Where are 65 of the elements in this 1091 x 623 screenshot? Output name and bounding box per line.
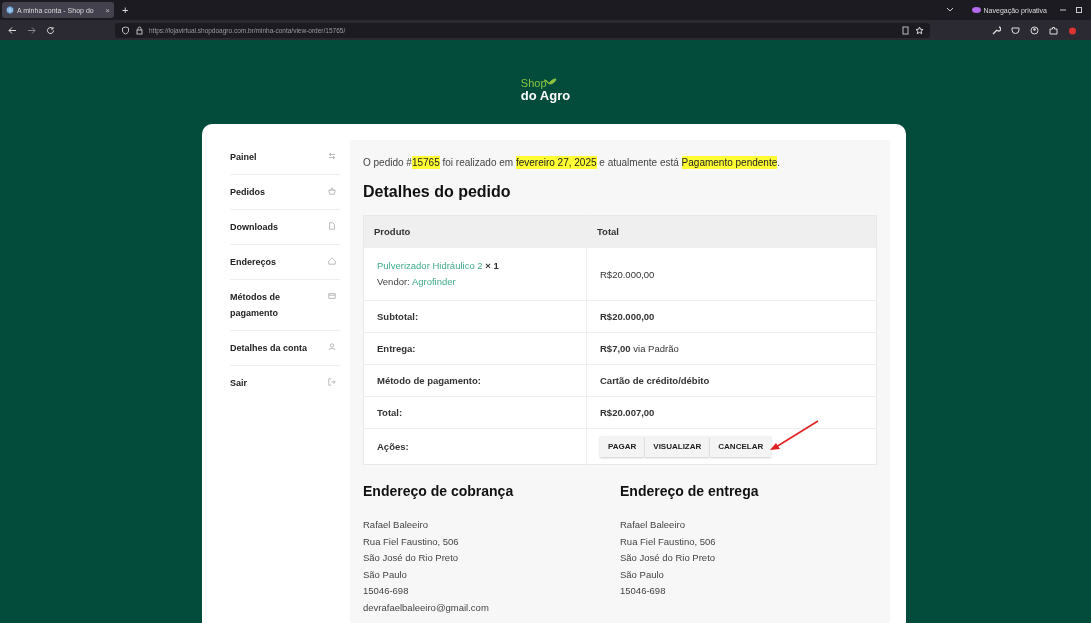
action-button[interactable]: PAGAR xyxy=(600,436,645,457)
address-line: São José do Rio Preto xyxy=(363,551,460,565)
reader-icon[interactable] xyxy=(901,25,910,35)
sliders-icon xyxy=(328,152,336,160)
table-cell: Subtotal: xyxy=(363,300,587,333)
order-details-heading: Detalhes do pedido xyxy=(363,183,512,201)
address-heading: Endereço de cobrança xyxy=(363,483,515,499)
sidebar-item[interactable]: Métodos de pagamento xyxy=(230,280,340,331)
minimize-icon[interactable] xyxy=(1059,6,1067,14)
back-icon[interactable] xyxy=(8,25,17,35)
account-icon[interactable] xyxy=(1030,25,1039,35)
lock-icon xyxy=(135,25,144,35)
sidebar-item[interactable]: Pedidos xyxy=(230,175,340,210)
column-header: Total xyxy=(586,215,877,248)
chevron-down-icon[interactable] xyxy=(945,7,954,13)
shield-icon xyxy=(121,25,130,35)
star-icon[interactable] xyxy=(915,25,924,35)
address-line: São Paulo xyxy=(363,567,408,582)
table-cell: Cartão de crédito/débito xyxy=(586,364,877,397)
exit-icon xyxy=(328,378,336,386)
address-line: Rua Fiel Faustino, 506 xyxy=(363,534,460,549)
mask-icon xyxy=(971,7,981,13)
basket-icon xyxy=(328,187,336,195)
home-icon xyxy=(328,257,336,265)
table-cell: R$20.000,00 xyxy=(586,247,877,301)
card-icon xyxy=(328,292,336,300)
sidebar-item[interactable]: Downloads xyxy=(230,210,340,245)
sidebar-item[interactable]: Detalhes da conta xyxy=(230,331,340,366)
close-icon[interactable]: × xyxy=(105,5,110,15)
column-header: Produto xyxy=(363,215,587,248)
address-line: devrafaelbaleeiro@gmail.com xyxy=(363,600,490,615)
reload-icon[interactable] xyxy=(46,25,55,35)
table-cell: R$20.007,00 xyxy=(586,396,877,429)
quantity-text: × 1 xyxy=(485,260,499,271)
table-cell: Ações: xyxy=(363,428,587,465)
sidebar-item[interactable]: Endereços xyxy=(230,245,340,280)
address-line: São Paulo xyxy=(620,567,665,582)
globe-icon xyxy=(6,6,14,14)
address-line: São José do Rio Preto xyxy=(620,551,717,565)
address-line: Rafael Baleeiro xyxy=(620,518,686,532)
table-cell: Entrega: xyxy=(363,332,587,365)
wrench-icon[interactable] xyxy=(992,25,1001,35)
annotation-arrow xyxy=(768,419,820,452)
pocket-icon[interactable] xyxy=(1011,25,1020,35)
address-line: 15046-698 xyxy=(620,584,667,598)
shop-logo[interactable]: Shop do Agro xyxy=(520,78,571,102)
action-button[interactable]: CANCELAR xyxy=(710,436,772,457)
table-cell: R$7,00 via Padrão xyxy=(586,332,877,365)
table-cell: R$20.000,00 xyxy=(586,300,877,333)
sidebar-item[interactable]: Painel xyxy=(230,140,340,175)
table-cell: Total: xyxy=(363,396,587,429)
extension-icon[interactable] xyxy=(1068,25,1077,35)
forward-icon[interactable] xyxy=(27,25,36,35)
sidebar-item[interactable]: Sair xyxy=(230,366,340,400)
file-icon xyxy=(328,222,336,230)
vendor-label: Vendor: xyxy=(377,276,410,287)
person-icon xyxy=(328,343,336,351)
new-tab-button[interactable]: + xyxy=(122,4,129,16)
address-line: 15046-698 xyxy=(363,584,410,598)
action-button[interactable]: VISUALIZAR xyxy=(645,436,710,457)
address-line: Rua Fiel Faustino, 506 xyxy=(620,534,717,549)
table-cell: Método de pagamento: xyxy=(363,364,587,397)
address-line: Rafael Baleeiro xyxy=(363,518,429,532)
maximize-icon[interactable] xyxy=(1075,6,1083,14)
address-heading: Endereço de entrega xyxy=(620,483,760,499)
